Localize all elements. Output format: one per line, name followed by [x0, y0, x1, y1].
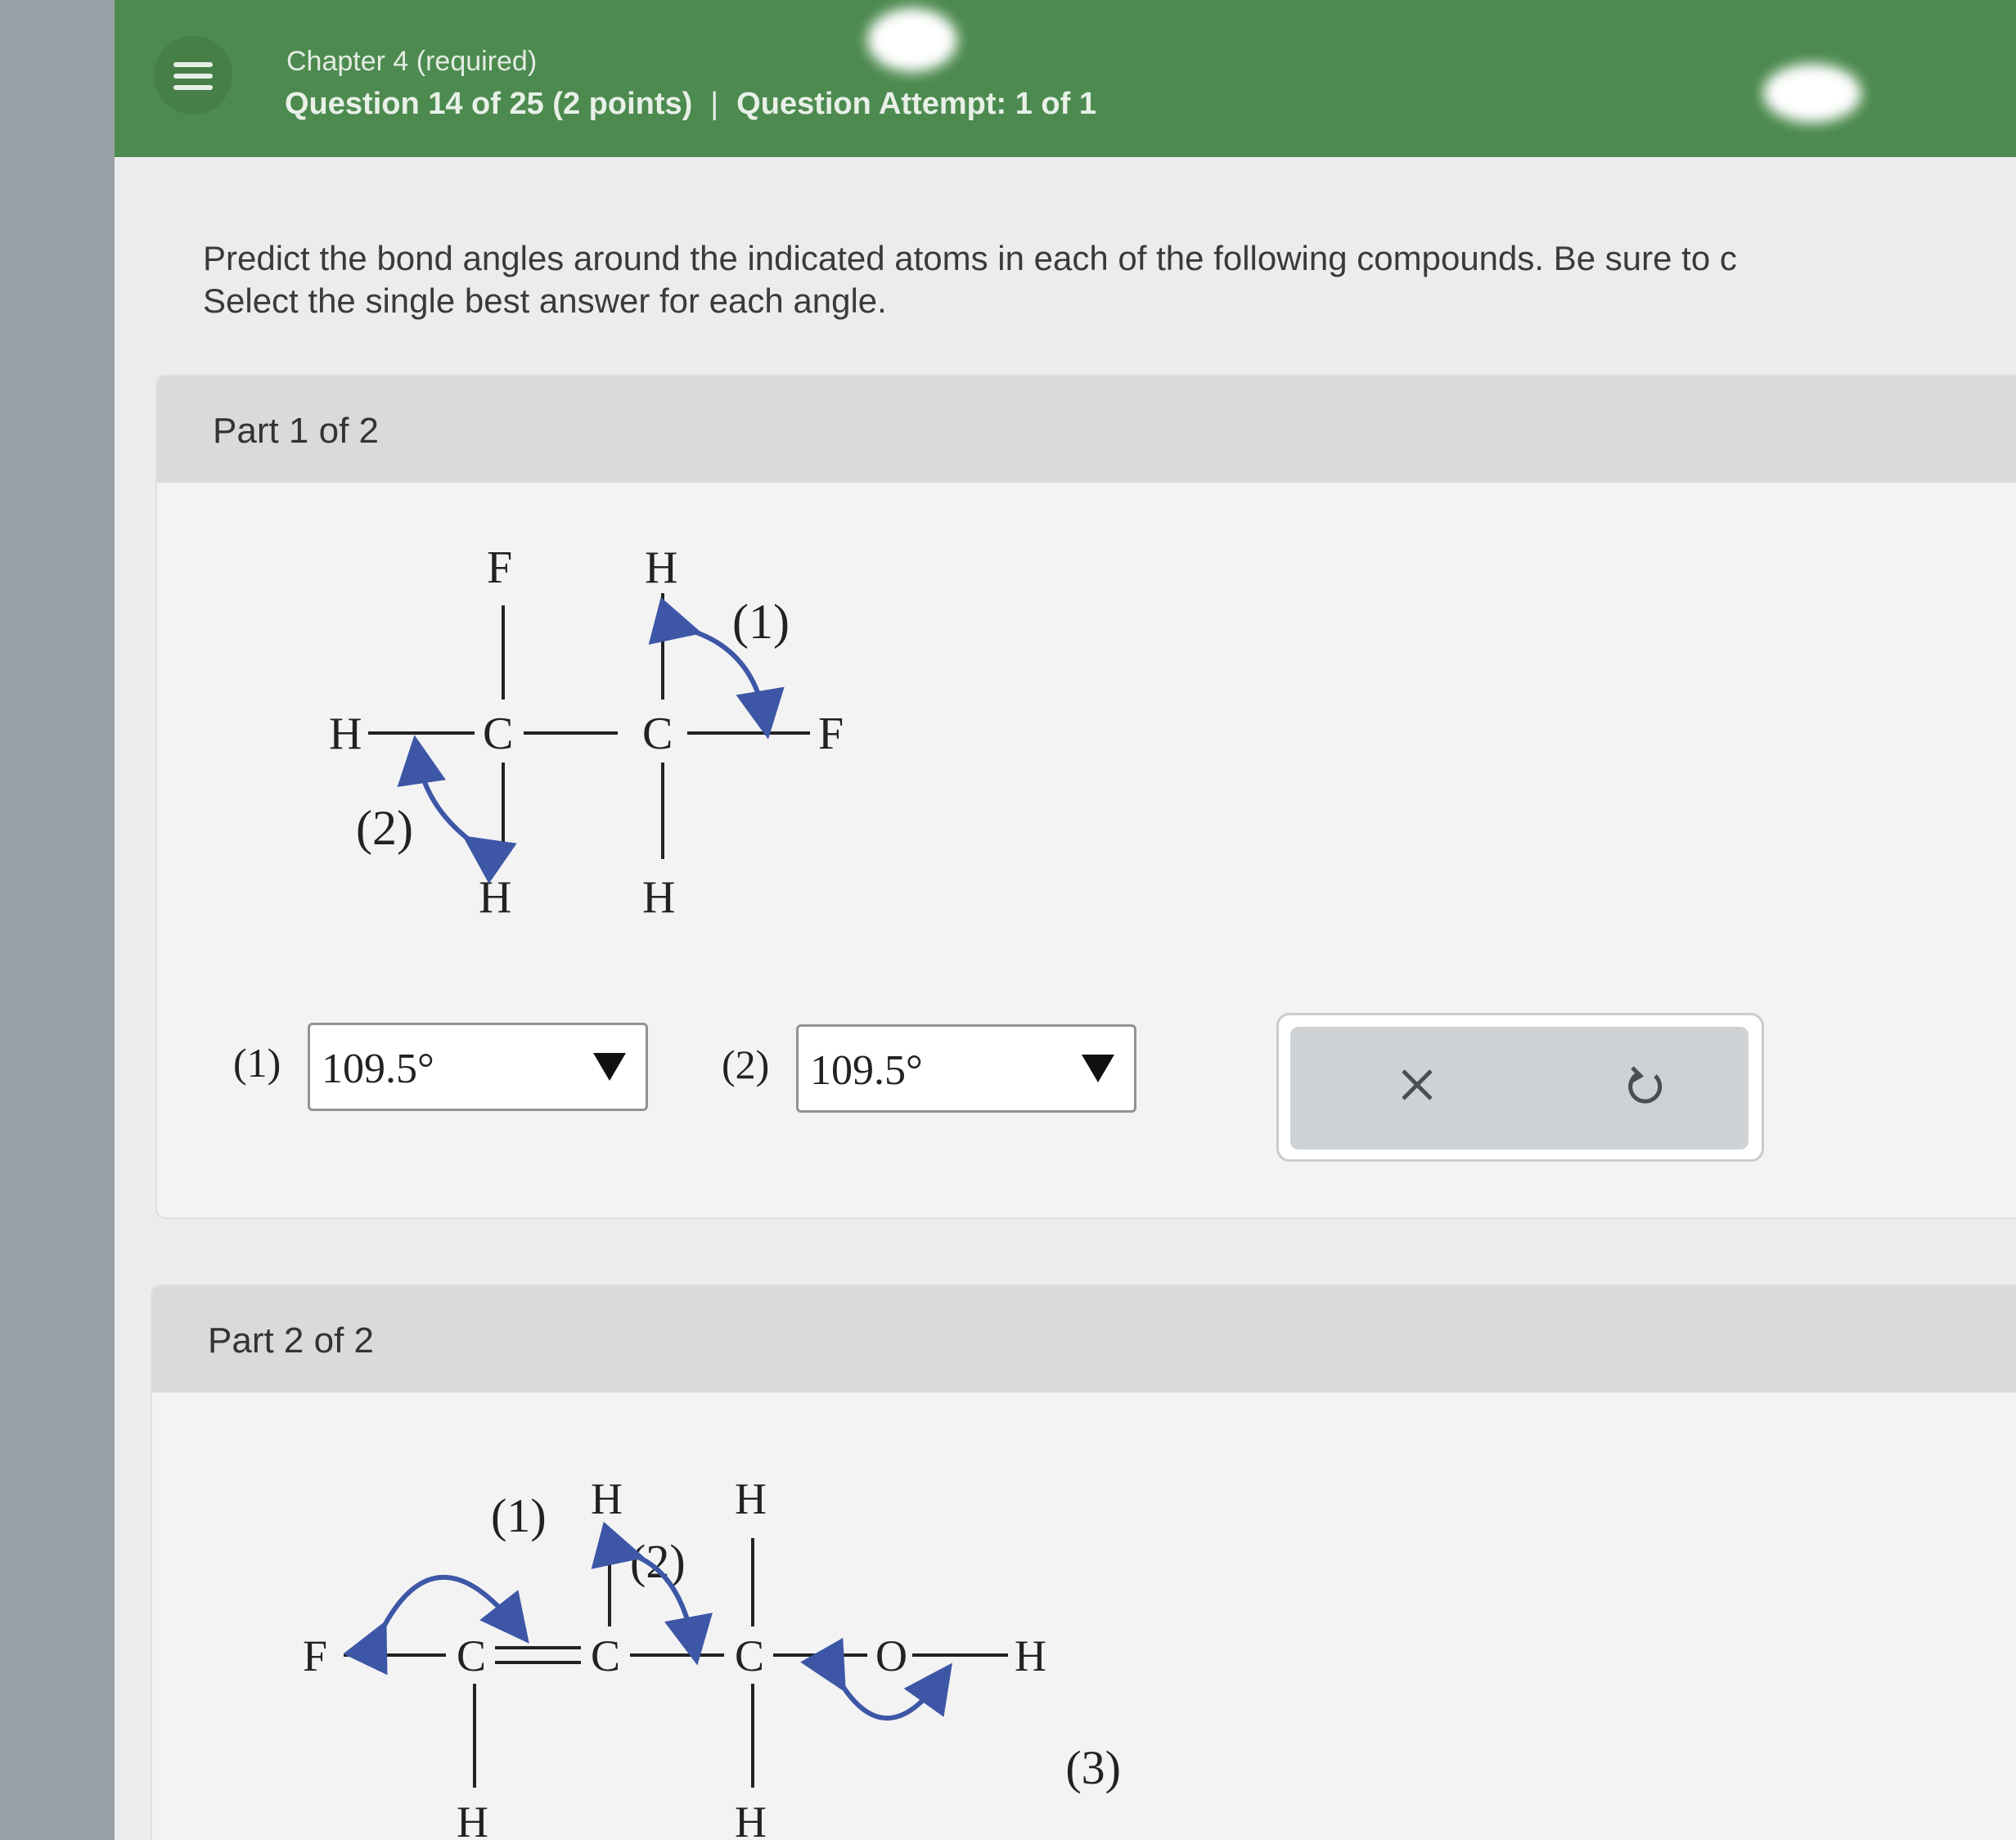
- tools-panel: [1290, 1027, 1748, 1149]
- prompt-line: Select the single best answer for each a…: [203, 281, 887, 320]
- chapter-title: Chapter 4 (required): [286, 46, 538, 77]
- part-2-title: Part 2 of 2: [208, 1320, 375, 1361]
- atom-label: H: [479, 872, 511, 923]
- angle-label-2: (2): [356, 801, 413, 855]
- hamburger-menu-icon[interactable]: [154, 36, 232, 115]
- atom-label: C: [457, 1631, 486, 1680]
- part-2-header: Part 2 of 2: [152, 1286, 2016, 1392]
- answer-1-label: (1): [233, 1040, 281, 1086]
- angle-label-2: (2): [630, 1535, 686, 1588]
- part-1-title: Part 1 of 2: [213, 411, 380, 451]
- atom-label: H: [1015, 1631, 1046, 1680]
- atom-label: H: [735, 1797, 767, 1840]
- prompt-line: Predict the bond angles around the indic…: [203, 239, 1737, 277]
- atom-label: C: [483, 709, 513, 759]
- atom-label: H: [642, 872, 675, 923]
- menu-line: [173, 62, 213, 67]
- angle-label-3: (3): [1065, 1741, 1121, 1794]
- menu-line: [173, 85, 213, 90]
- answer-2-label: (2): [722, 1041, 770, 1087]
- atom-label: H: [591, 1474, 623, 1523]
- angle-arrow-2: [397, 735, 517, 884]
- question-number: Question 14 of 25 (2 points): [285, 87, 693, 121]
- atom-label: C: [591, 1631, 620, 1680]
- angle-arrow-1: [343, 1574, 529, 1676]
- angle-1-select[interactable]: 109.5°: [308, 1023, 648, 1111]
- atom-label: C: [642, 709, 673, 759]
- question-info: Question 14 of 25 (2 points) | Question At…: [285, 87, 1096, 122]
- header-bar: Chapter 4 (required) Question 14 of 25 (…: [115, 0, 2016, 157]
- attempt-count: Question Attempt: 1 of 1: [736, 87, 1096, 121]
- menu-line: [173, 74, 213, 79]
- dropdown-caret-icon: [593, 1053, 626, 1081]
- atom-label: F: [818, 709, 844, 759]
- part-1-molecule: F H H C C F H H (1) (2): [329, 542, 844, 923]
- atom-label: O: [875, 1631, 907, 1680]
- close-x-icon[interactable]: [1388, 1056, 1446, 1113]
- screen-glare: [867, 8, 957, 72]
- angle-2-select[interactable]: 109.5°: [796, 1024, 1136, 1113]
- angle-label-1: (1): [491, 1489, 547, 1542]
- atom-label: H: [645, 542, 677, 593]
- atom-label: H: [735, 1474, 767, 1523]
- answer-tools: [1276, 1013, 1764, 1162]
- question-prompt: Predict the bond angles around the indic…: [203, 237, 2016, 322]
- part-2-molecule: F C C C O H H H H H (1) (2) (3): [303, 1474, 1121, 1840]
- angle-label-1: (1): [732, 595, 790, 649]
- undo-icon[interactable]: [1618, 1056, 1675, 1113]
- app-screen: Chapter 4 (required) Question 14 of 25 (…: [115, 0, 2016, 1840]
- atom-label: F: [303, 1631, 327, 1680]
- separator: |: [710, 87, 719, 121]
- angle-arrow-3: [800, 1637, 952, 1721]
- angle-2-value: 109.5°: [810, 1047, 923, 1094]
- atom-label: C: [735, 1631, 764, 1680]
- dropdown-caret-icon: [1082, 1055, 1114, 1082]
- atom-label: F: [487, 542, 512, 593]
- atom-label: H: [457, 1797, 488, 1840]
- atom-label: H: [329, 709, 362, 759]
- screen-glare: [1763, 64, 1861, 123]
- angle-1-value: 109.5°: [322, 1046, 434, 1092]
- part-1-header: Part 1 of 2: [157, 376, 2016, 483]
